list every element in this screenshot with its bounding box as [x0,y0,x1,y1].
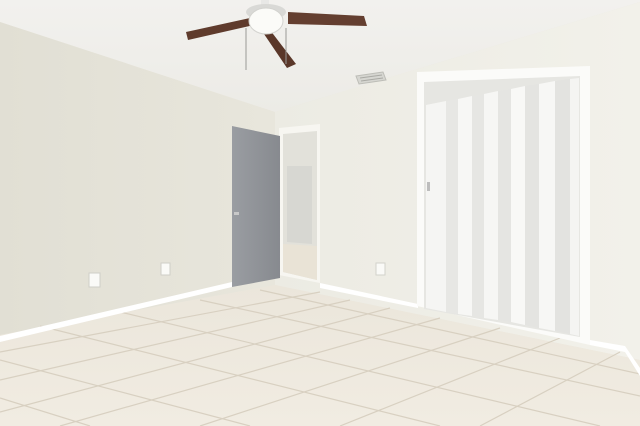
room-scene [0,0,640,426]
outlet-left [88,272,101,288]
bedroom-photo [0,0,640,426]
folding-closet-door [426,78,579,336]
outlet-right [375,262,386,276]
hall-back-wall [287,166,312,244]
outlet-middle [160,262,171,276]
closet-door-handle [427,182,430,191]
door-handle [234,212,239,215]
ceiling-light [248,7,284,35]
open-door [232,126,280,287]
